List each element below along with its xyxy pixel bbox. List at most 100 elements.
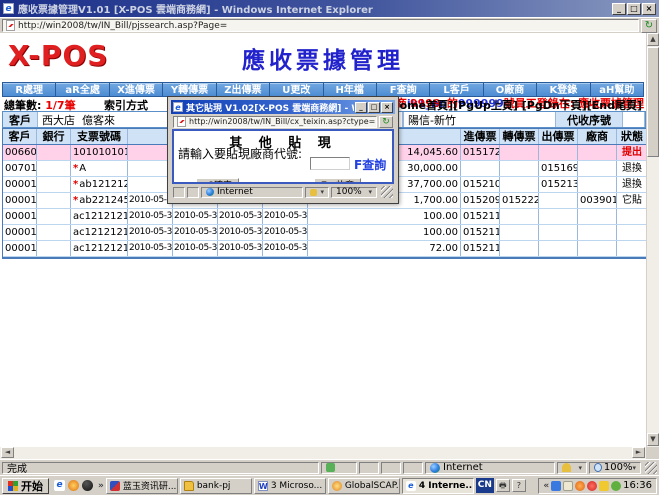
printer-icon[interactable]: 🖶	[495, 479, 510, 492]
popup-minimize-button[interactable]: _	[355, 101, 367, 113]
ie-icon[interactable]: e	[54, 480, 65, 491]
popup-close-button[interactable]: ×	[381, 101, 393, 113]
table-cell	[500, 241, 539, 256]
help-icon[interactable]: ?	[511, 479, 526, 492]
cancel-button[interactable]: Esc放棄	[314, 178, 362, 182]
qq-icon[interactable]	[82, 480, 93, 491]
table-cell	[617, 241, 646, 256]
horizontal-scrollbar[interactable]: ◄ ►	[0, 447, 646, 459]
table-cell	[539, 241, 578, 256]
popup-ie-icon: e	[173, 102, 183, 112]
media-icon[interactable]	[68, 480, 79, 491]
alert-tray-icon[interactable]	[599, 480, 610, 491]
taskbar-task-button[interactable]: e4 Interne...▾	[401, 477, 474, 494]
table-cell: 015169	[541, 161, 578, 176]
table-row[interactable]: 000010ac121212132010-05-302010-05-312010…	[3, 225, 646, 241]
popup-maximize-button[interactable]: □	[368, 101, 380, 113]
msn-tray-icon[interactable]	[551, 480, 562, 491]
table-cell: 1010101010	[71, 145, 128, 160]
header-cell: 狀態	[621, 130, 643, 143]
flag-asterisk: *	[73, 179, 79, 190]
toolbar-button[interactable]: aR全處	[56, 83, 109, 96]
store-code: 西大店	[42, 113, 75, 127]
table-row[interactable]: 000010ac121212132010-05-302010-05-312010…	[3, 241, 646, 257]
toolbar-button[interactable]: H年檔	[323, 83, 376, 96]
toolbar-button[interactable]: X進傳票	[109, 83, 163, 96]
start-button[interactable]: 开始	[2, 477, 49, 494]
magnifier-icon	[594, 463, 602, 472]
popup-zoom-control[interactable]: 100% ▾	[331, 186, 377, 198]
minimize-button[interactable]: _	[612, 2, 626, 15]
toolbar-button[interactable]: Y轉傳票	[163, 83, 216, 96]
popup-status-cell-2	[187, 186, 199, 198]
popup-address-input[interactable]: http://win2008/tw/IN_Bill/cx_teixin.asp?…	[173, 115, 377, 128]
popup-protected-zone[interactable]: ▾	[305, 186, 329, 198]
customer-field[interactable]: 西大店 億客來	[37, 112, 168, 127]
protected-mode-zone[interactable]: ▾	[557, 461, 587, 474]
popup-globe-icon	[206, 188, 214, 196]
tray-icons	[551, 480, 622, 491]
refresh-button[interactable]: ↻	[641, 18, 657, 33]
scrollbar-corner	[646, 447, 659, 459]
language-indicator[interactable]: CN	[475, 478, 494, 493]
taskbar-task-button[interactable]: bank-pj	[179, 477, 252, 494]
collect-serial-field[interactable]	[622, 112, 645, 127]
toolbar-button[interactable]: Z出傳票	[216, 83, 270, 96]
toolbar-button[interactable]: F查詢	[376, 83, 430, 96]
popup-refresh-button[interactable]: ↻	[379, 115, 393, 128]
table-cell	[500, 145, 539, 160]
table-row[interactable]: 000010ac121212122010-05-302010-05-312010…	[3, 209, 646, 225]
task-dropdown-arrow[interactable]: ▾	[325, 482, 326, 490]
table-cell: 000010	[5, 177, 37, 192]
query-link[interactable]: F查詢	[354, 156, 386, 173]
confirm-button[interactable]: aS確定	[196, 178, 240, 182]
scroll-right-arrow[interactable]: ►	[632, 447, 645, 458]
taskbar-task-button[interactable]: GlobalSCAP...	[327, 477, 400, 494]
table-cell: 2010-05-31	[173, 225, 218, 240]
popup-title: 其它貼現 V1.02[X-POS 雲端商務網] - Win...	[186, 103, 354, 114]
address-input[interactable]: http://win2008/tw/IN_Bill/pjssearch.asp?…	[2, 19, 639, 32]
toolbar-button[interactable]: aH幫助	[590, 83, 644, 96]
system-tray: « 16:36	[538, 477, 657, 494]
table-cell: 72.00	[308, 241, 461, 256]
page-tray-icon[interactable]	[563, 480, 574, 491]
vertical-scrollbar[interactable]: ▲ ▼	[646, 33, 659, 447]
globe-icon	[430, 462, 440, 473]
vertical-scroll-thumb[interactable]	[647, 47, 659, 157]
qq-orange-tray-icon[interactable]	[575, 480, 586, 491]
tray-chevron[interactable]: «	[543, 481, 549, 491]
table-cell: 2010-05-30	[218, 225, 263, 240]
taskbar-task-button[interactable]: W3 Microso...▾	[253, 477, 326, 494]
close-button[interactable]: ×	[642, 2, 656, 15]
address-bar: http://win2008/tw/IN_Bill/pjssearch.asp?…	[0, 17, 659, 33]
scroll-down-arrow[interactable]: ▼	[647, 433, 659, 446]
qq-red-tray-icon[interactable]	[587, 480, 598, 491]
popup-resize-grip[interactable]	[381, 186, 393, 198]
toolbar-button[interactable]: R處理	[3, 83, 56, 96]
status-text: 完成	[2, 461, 319, 475]
quick-launch-chevron[interactable]: »	[98, 481, 104, 491]
popup-status-bar: Internet ▾ 100% ▾	[171, 184, 395, 200]
scroll-left-arrow[interactable]: ◄	[1, 447, 14, 458]
resize-grip[interactable]	[645, 461, 657, 474]
popup-broken-page-icon	[177, 116, 186, 127]
toolbar-button[interactable]: K登錄	[537, 83, 590, 96]
zoom-control[interactable]: 100% ▾	[589, 461, 641, 474]
bank-field[interactable]: 陽信-新竹	[403, 112, 556, 127]
toolbar-button[interactable]: L客戶	[430, 83, 483, 96]
toolbar-button[interactable]: O廠商	[483, 83, 537, 96]
taskbar-task-button[interactable]: 蓝玉资讯研...	[105, 477, 178, 494]
table-cell: 2010-05-30	[128, 241, 173, 256]
zone-label: Internet	[443, 462, 483, 473]
table-cell	[37, 225, 71, 240]
maximize-button[interactable]: □	[627, 2, 641, 15]
header-cell	[128, 129, 173, 144]
update-tray-icon[interactable]	[611, 480, 622, 491]
broken-page-icon	[6, 20, 15, 31]
table-cell: 015222	[502, 193, 539, 208]
scroll-up-arrow[interactable]: ▲	[647, 33, 659, 46]
bank-name: 陽信-新竹	[408, 113, 456, 127]
window-title: 應收票據管理V1.01 [X-POS 雲端商務網] - Windows Inte…	[18, 5, 373, 16]
vendor-code-input[interactable]	[310, 157, 350, 170]
toolbar-button[interactable]: U更改	[270, 83, 323, 96]
